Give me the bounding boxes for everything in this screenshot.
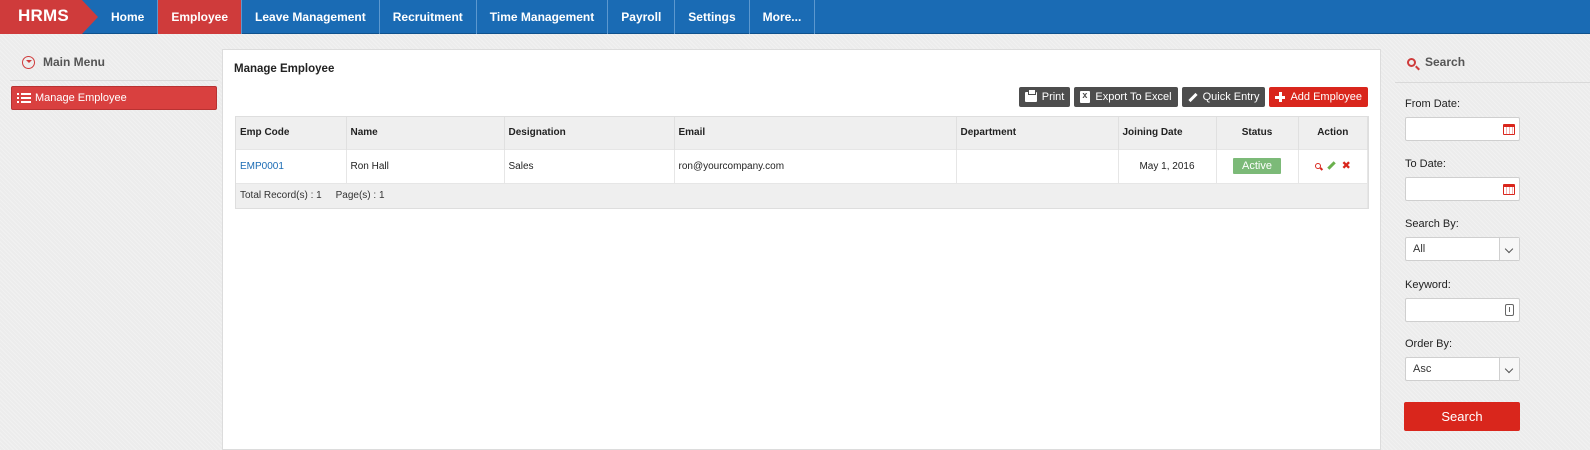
col-joining-date[interactable]: Joining Date [1118, 117, 1217, 149]
col-email[interactable]: Email [674, 117, 957, 149]
plus-icon [1275, 92, 1286, 102]
cell-emp-code: EMP0001 [236, 148, 347, 183]
col-status[interactable]: Status [1216, 117, 1299, 149]
table-row: EMP0001 Ron Hall Sales ron@yourcompany.c… [236, 148, 1368, 183]
keyword-input[interactable] [1405, 298, 1520, 322]
table-header-row: Emp Code Name Designation Email Departme… [236, 117, 1368, 149]
pages-label: Page(s) : [335, 190, 377, 202]
add-employee-label: Add Employee [1290, 91, 1362, 103]
keyword-label: Keyword: [1405, 279, 1451, 291]
calendar-icon[interactable] [1503, 184, 1515, 195]
nav-recruitment[interactable]: Recruitment [380, 0, 477, 34]
order-by-label: Order By: [1405, 338, 1453, 350]
order-by-select[interactable]: Asc [1405, 357, 1520, 381]
brand-name: HRMS [18, 6, 69, 25]
cell-department [956, 148, 1119, 183]
search-divider [1395, 82, 1590, 83]
brand-arrow [82, 0, 98, 34]
sidebar-divider [10, 80, 218, 81]
cell-joining-date: May 1, 2016 [1118, 148, 1217, 183]
employee-table: Emp Code Name Designation Email Departme… [235, 116, 1369, 209]
cell-action: ✖ [1298, 148, 1368, 183]
main-nav: Home Employee Leave Management Recruitme… [98, 0, 816, 34]
row-actions: ✖ [1314, 160, 1351, 171]
col-name[interactable]: Name [346, 117, 505, 149]
status-badge: Active [1233, 158, 1281, 174]
excel-icon [1080, 90, 1091, 103]
to-date-input[interactable] [1405, 177, 1520, 201]
calendar-icon[interactable] [1503, 124, 1515, 135]
cell-name: Ron Hall [346, 148, 505, 183]
col-department[interactable]: Department [956, 117, 1119, 149]
chevron-down-icon [1499, 238, 1519, 260]
pencil-icon [1187, 92, 1198, 102]
pages-value: 1 [378, 190, 385, 202]
nav-home[interactable]: Home [98, 0, 159, 34]
nav-time-management[interactable]: Time Management [477, 0, 609, 34]
toolbar: Print Export To Excel Quick Entry Add Em… [1018, 87, 1368, 107]
cell-designation: Sales [504, 148, 675, 183]
cell-email: ron@yourcompany.com [674, 148, 957, 183]
top-navbar: HRMS Home Employee Leave Management Recr… [0, 0, 1590, 34]
sidebar-item-manage-employee[interactable]: Manage Employee [11, 86, 217, 110]
left-sidebar: Main Menu Manage Employee [0, 34, 225, 450]
chevron-down-icon [1499, 358, 1519, 380]
print-label: Print [1041, 91, 1065, 103]
col-action: Action [1298, 117, 1368, 149]
col-designation[interactable]: Designation [504, 117, 675, 149]
nav-employee[interactable]: Employee [158, 0, 243, 34]
edit-icon[interactable] [1326, 161, 1336, 170]
add-employee-button[interactable]: Add Employee [1269, 87, 1368, 107]
print-button[interactable]: Print [1018, 87, 1071, 107]
total-records-label: Total Record(s) : [240, 190, 314, 202]
view-icon[interactable] [1314, 162, 1321, 169]
quick-entry-label: Quick Entry [1202, 91, 1260, 103]
emp-code-link[interactable]: EMP0001 [240, 161, 284, 172]
main-menu-heading: Main Menu [43, 55, 105, 69]
search-icon [1407, 57, 1416, 67]
printer-icon [1024, 89, 1037, 102]
export-label: Export To Excel [1095, 91, 1172, 103]
search-button[interactable]: Search [1404, 402, 1520, 431]
nav-more[interactable]: More... [750, 0, 816, 34]
order-by-value: Asc [1413, 363, 1432, 375]
page-title: Manage Employee [234, 63, 335, 75]
main-menu-toggle[interactable]: Main Menu [22, 54, 105, 70]
search-by-value: All [1413, 243, 1426, 255]
list-icon [17, 93, 31, 103]
total-records-value: 1 [316, 190, 322, 202]
search-by-label: Search By: [1405, 218, 1459, 230]
sidebar-item-label: Manage Employee [35, 92, 127, 104]
search-by-select[interactable]: All [1405, 237, 1520, 261]
table-footer: Total Record(s) : 1 Page(s) : 1 [236, 182, 1368, 208]
brand-logo[interactable]: HRMS [0, 0, 98, 34]
to-date-label: To Date: [1405, 158, 1446, 170]
nav-leave-management[interactable]: Leave Management [242, 0, 380, 34]
nav-settings[interactable]: Settings [675, 0, 750, 34]
chevron-down-circle-icon [22, 55, 35, 69]
col-emp-code[interactable]: Emp Code [236, 117, 347, 149]
cell-status: Active [1216, 148, 1299, 183]
nav-payroll[interactable]: Payroll [608, 0, 676, 34]
keyboard-icon [1505, 304, 1514, 316]
search-heading: Search [1425, 55, 1466, 69]
delete-icon[interactable]: ✖ [1342, 160, 1351, 171]
export-excel-button[interactable]: Export To Excel [1074, 87, 1178, 107]
search-panel: Search From Date: To Date: Search By: Al… [1395, 34, 1590, 450]
quick-entry-button[interactable]: Quick Entry [1181, 87, 1266, 107]
main-panel: Manage Employee Print Export To Excel Qu… [222, 49, 1381, 450]
table-summary: Total Record(s) : 1 Page(s) : 1 [236, 182, 1368, 208]
from-date-input[interactable] [1405, 117, 1520, 141]
from-date-label: From Date: [1405, 98, 1461, 110]
search-heading-row: Search [1407, 55, 1465, 69]
